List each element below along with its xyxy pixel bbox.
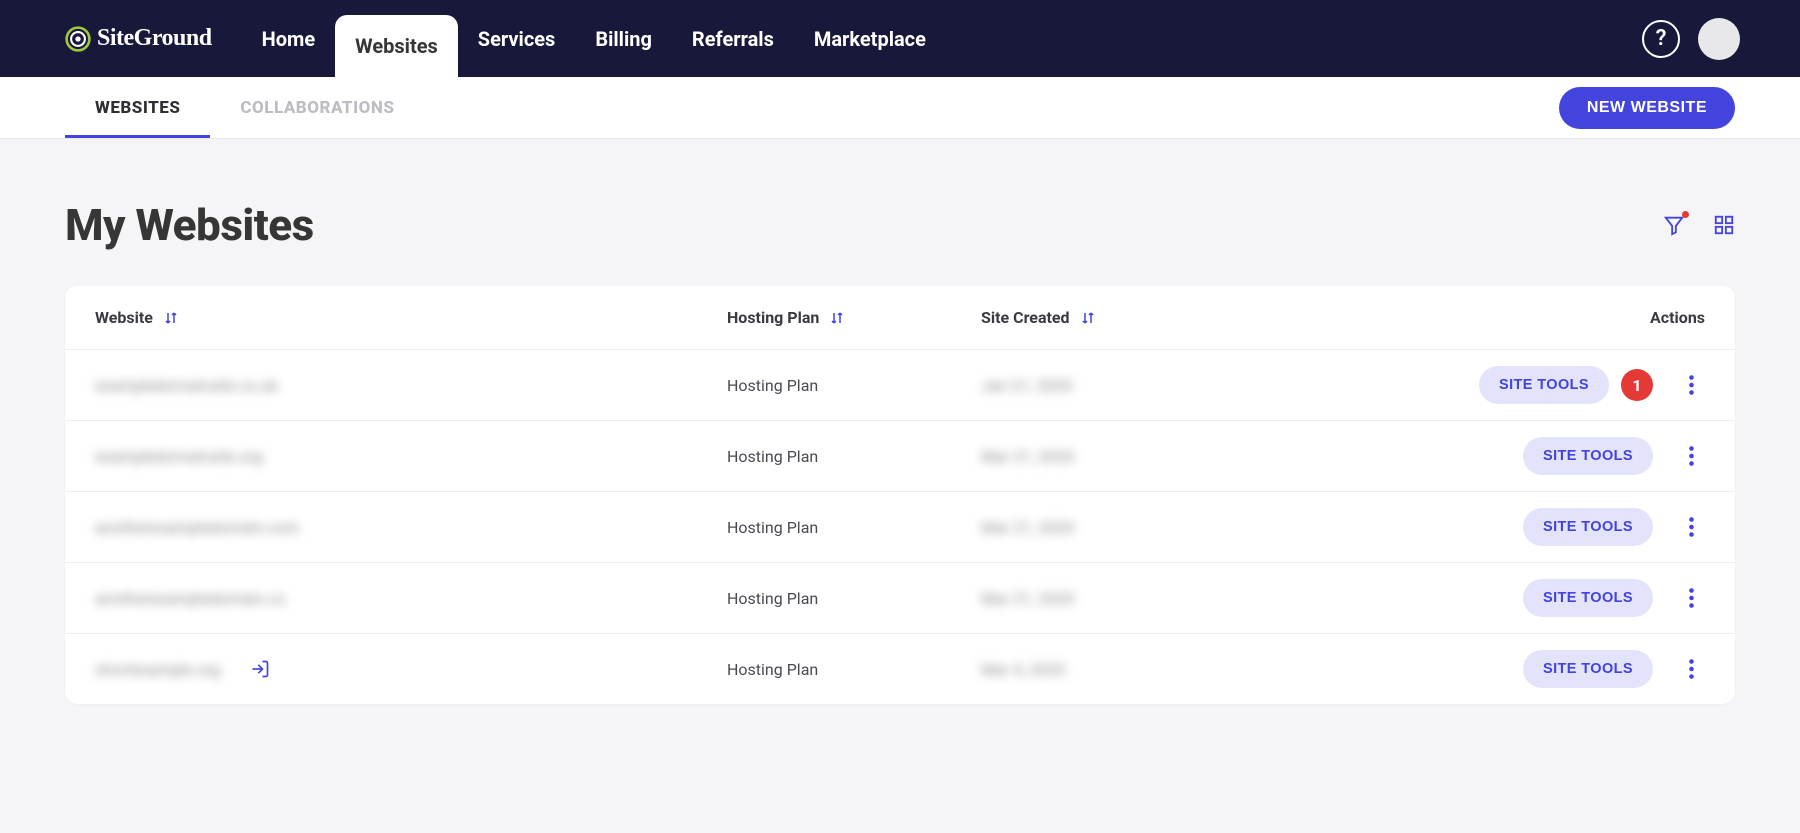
- main-nav: Home Websites Services Billing Referrals…: [242, 0, 946, 77]
- row-menu-button[interactable]: [1677, 446, 1705, 466]
- login-icon: [250, 659, 270, 679]
- site-created: Mar 21, 2020: [981, 589, 1074, 608]
- filter-active-dot: [1682, 211, 1689, 218]
- sort-icon[interactable]: [163, 310, 179, 326]
- page-content: My Websites Website H: [0, 139, 1800, 704]
- header-website-label: Website: [95, 308, 153, 327]
- table-row: exampledomainsite.org Hosting Plan Mar 2…: [65, 421, 1735, 492]
- header-actions: Actions: [1251, 308, 1705, 327]
- table-row: exampledomainsite.co.uk Hosting Plan Jan…: [65, 350, 1735, 421]
- header-created[interactable]: Site Created: [981, 308, 1251, 327]
- topnav-right: ?: [1642, 18, 1740, 60]
- top-nav: SiteGround Home Websites Services Billin…: [0, 0, 1800, 77]
- site-tools-button[interactable]: SITE TOOLS: [1479, 366, 1609, 404]
- hosting-plan: Hosting Plan: [727, 518, 818, 537]
- row-menu-button[interactable]: [1677, 517, 1705, 537]
- grid-icon: [1713, 214, 1735, 236]
- header-created-label: Site Created: [981, 308, 1070, 327]
- page-title: My Websites: [65, 199, 314, 251]
- website-domain[interactable]: exampledomainsite.co.uk: [95, 376, 278, 395]
- site-created: Mar 21, 2020: [981, 518, 1074, 537]
- nav-marketplace[interactable]: Marketplace: [794, 0, 946, 77]
- header-plan-label: Hosting Plan: [727, 308, 819, 327]
- header-plan[interactable]: Hosting Plan: [727, 308, 981, 327]
- kebab-icon: [1689, 517, 1694, 537]
- site-tools-button[interactable]: SITE TOOLS: [1523, 437, 1653, 475]
- tab-websites[interactable]: WEBSITES: [65, 77, 210, 138]
- kebab-icon: [1689, 375, 1694, 395]
- hosting-plan: Hosting Plan: [727, 447, 818, 466]
- filter-button[interactable]: [1663, 214, 1685, 236]
- site-tools-button[interactable]: SITE TOOLS: [1523, 650, 1653, 688]
- kebab-icon: [1689, 588, 1694, 608]
- grid-view-button[interactable]: [1713, 214, 1735, 236]
- site-created: Jan 21, 2020: [981, 376, 1072, 395]
- row-menu-button[interactable]: [1677, 375, 1705, 395]
- user-avatar[interactable]: [1698, 18, 1740, 60]
- nav-websites[interactable]: Websites: [335, 15, 458, 77]
- tab-collaborations[interactable]: COLLABORATIONS: [210, 77, 424, 138]
- nav-billing[interactable]: Billing: [575, 0, 672, 77]
- site-created: Mar 21, 2020: [981, 447, 1074, 466]
- notification-badge[interactable]: 1: [1621, 369, 1653, 401]
- site-tools-button[interactable]: SITE TOOLS: [1523, 508, 1653, 546]
- table-row: shortexample.org Hosting Plan Mar 4, 202…: [65, 634, 1735, 704]
- brand-logo[interactable]: SiteGround: [65, 25, 212, 52]
- website-domain[interactable]: exampledomainsite.org: [95, 447, 263, 466]
- website-domain[interactable]: shortexample.org: [95, 660, 220, 679]
- nav-referrals[interactable]: Referrals: [672, 0, 794, 77]
- page-header: My Websites: [65, 199, 1735, 251]
- website-domain[interactable]: anotherexampledomain.co: [95, 589, 285, 608]
- brand-name: SiteGround: [97, 25, 212, 52]
- help-icon[interactable]: ?: [1642, 20, 1680, 58]
- websites-table: Website Hosting Plan Site Created Action…: [65, 286, 1735, 704]
- website-domain[interactable]: anotherexampledomain.com: [95, 518, 299, 537]
- table-header-row: Website Hosting Plan Site Created Action…: [65, 286, 1735, 350]
- nav-home[interactable]: Home: [242, 0, 336, 77]
- table-row: anotherexampledomain.com Hosting Plan Ma…: [65, 492, 1735, 563]
- nav-services[interactable]: Services: [458, 0, 576, 77]
- table-row: anotherexampledomain.co Hosting Plan Mar…: [65, 563, 1735, 634]
- header-website[interactable]: Website: [95, 308, 727, 327]
- row-menu-button[interactable]: [1677, 659, 1705, 679]
- sort-icon[interactable]: [829, 310, 845, 326]
- hosting-plan: Hosting Plan: [727, 376, 818, 395]
- kebab-icon: [1689, 446, 1694, 466]
- row-menu-button[interactable]: [1677, 588, 1705, 608]
- quick-login-button[interactable]: [250, 659, 270, 679]
- kebab-icon: [1689, 659, 1694, 679]
- sub-nav: WEBSITES COLLABORATIONS NEW WEBSITE: [0, 77, 1800, 139]
- hosting-plan: Hosting Plan: [727, 660, 818, 679]
- new-website-button[interactable]: NEW WEBSITE: [1559, 87, 1735, 129]
- hosting-plan: Hosting Plan: [727, 589, 818, 608]
- filter-icon: [1663, 214, 1685, 236]
- header-actions: [1663, 214, 1735, 236]
- site-created: Mar 4, 2020: [981, 660, 1065, 679]
- siteground-logo-icon: [65, 26, 91, 52]
- site-tools-button[interactable]: SITE TOOLS: [1523, 579, 1653, 617]
- sort-icon[interactable]: [1080, 310, 1096, 326]
